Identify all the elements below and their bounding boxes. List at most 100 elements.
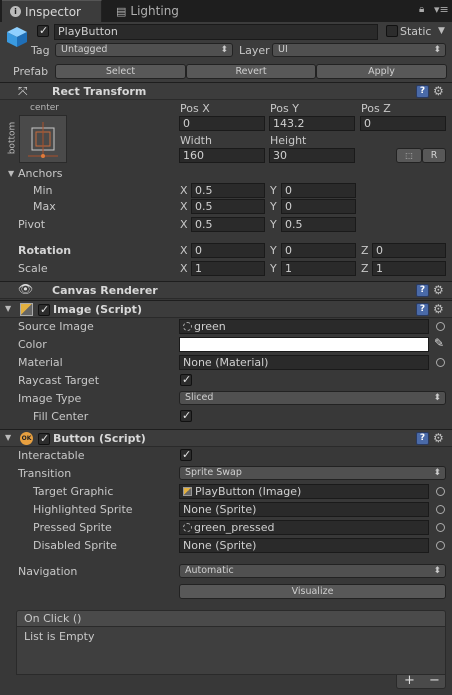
collapse-arrow-icon[interactable]: ▼ xyxy=(5,433,11,442)
prefab-revert-button[interactable]: Revert xyxy=(186,64,316,79)
menu-icon[interactable]: ▾≡ xyxy=(434,3,449,16)
gear-icon[interactable]: ⚙ xyxy=(433,283,447,297)
gear-icon[interactable]: ⚙ xyxy=(433,302,447,316)
axis-x-label: X xyxy=(180,200,188,213)
target-graphic-field[interactable]: PlayButton (Image) xyxy=(179,484,429,499)
object-picker-icon[interactable] xyxy=(436,505,445,514)
collapse-arrow-icon[interactable]: ▼ xyxy=(5,304,11,313)
button-enabled-checkbox[interactable] xyxy=(38,432,50,445)
gear-icon[interactable]: ⚙ xyxy=(433,84,447,98)
scale-z-field[interactable]: 1 xyxy=(372,261,446,276)
pivot-y-field[interactable]: 0.5 xyxy=(281,217,356,232)
tab-lighting[interactable]: ▤ Lighting xyxy=(108,0,208,22)
eyedropper-icon[interactable]: ✎ xyxy=(434,336,444,350)
object-picker-icon[interactable] xyxy=(436,358,445,367)
width-label: Width xyxy=(180,134,212,147)
raw-edit-button[interactable]: R xyxy=(422,148,446,163)
width-field[interactable]: 160 xyxy=(179,148,265,163)
pos-x-field[interactable]: 0 xyxy=(179,116,265,131)
onclick-title: On Click () xyxy=(24,612,82,625)
fill-center-checkbox[interactable] xyxy=(180,409,192,422)
object-picker-icon[interactable] xyxy=(436,487,445,496)
highlighted-sprite-field[interactable]: None (Sprite) xyxy=(179,502,429,517)
info-icon: i xyxy=(10,6,21,17)
axis-y-label: Y xyxy=(270,262,277,275)
image-script-header[interactable]: ▼ Image (Script) ? ⚙ xyxy=(0,300,452,318)
navigation-dropdown[interactable]: Automatic ⬍ xyxy=(179,564,446,578)
transition-label: Transition xyxy=(18,467,72,480)
anchors-max-x-field[interactable]: 0.5 xyxy=(191,199,265,214)
gear-icon[interactable]: ⚙ xyxy=(433,431,447,445)
add-event-button[interactable]: + xyxy=(404,673,415,688)
pressed-sprite-field[interactable]: green_pressed xyxy=(179,520,429,535)
collapse-arrow-icon[interactable]: ▼ xyxy=(8,169,14,178)
height-field[interactable]: 30 xyxy=(269,148,355,163)
rotation-label: Rotation xyxy=(18,244,72,257)
image-type-label: Image Type xyxy=(18,392,82,405)
button-script-header[interactable]: ▼ OK Button (Script) ? ⚙ xyxy=(0,429,452,447)
rotation-y-field[interactable]: 0 xyxy=(281,243,356,258)
material-field[interactable]: None (Material) xyxy=(179,355,429,370)
gameobject-cube-icon xyxy=(5,25,29,49)
pos-y-label: Pos Y xyxy=(270,102,299,115)
scale-x-field[interactable]: 1 xyxy=(191,261,265,276)
rotation-x-field[interactable]: 0 xyxy=(191,243,265,258)
object-picker-icon[interactable] xyxy=(436,541,445,550)
image-component-icon xyxy=(20,303,33,316)
rect-transform-title: Rect Transform xyxy=(52,85,147,98)
lock-icon[interactable]: 🔒︎ xyxy=(419,4,424,15)
updown-arrow-icon: ⬍ xyxy=(433,468,441,478)
height-label: Height xyxy=(270,134,307,147)
help-icon[interactable]: ? xyxy=(416,85,429,98)
image-type-dropdown[interactable]: Sliced ⬍ xyxy=(179,391,446,405)
source-image-label: Source Image xyxy=(18,320,94,333)
onclick-list: List is Empty xyxy=(16,627,446,675)
axis-z-label: Z xyxy=(361,244,369,257)
active-checkbox[interactable] xyxy=(37,24,49,37)
anchors-label: Anchors xyxy=(18,167,63,180)
axis-x-label: X xyxy=(180,184,188,197)
anchors-min-y-field[interactable]: 0 xyxy=(281,183,356,198)
visualize-button[interactable]: Visualize xyxy=(179,584,446,599)
anchors-max-label: Max xyxy=(33,200,56,213)
axis-z-label: Z xyxy=(361,262,369,275)
axis-x-label: X xyxy=(180,262,188,275)
object-picker-icon[interactable] xyxy=(436,322,445,331)
source-image-field[interactable]: green xyxy=(179,319,429,334)
help-icon[interactable]: ? xyxy=(416,284,429,297)
canvas-renderer-header[interactable]: 👁︎ Canvas Renderer ? ⚙ xyxy=(0,281,452,299)
pivot-x-field[interactable]: 0.5 xyxy=(191,217,265,232)
prefab-apply-button[interactable]: Apply xyxy=(316,64,447,79)
help-icon[interactable]: ? xyxy=(416,303,429,316)
scale-label: Scale xyxy=(18,262,48,275)
anchor-presets-button[interactable] xyxy=(19,115,67,163)
color-swatch[interactable] xyxy=(179,337,429,352)
tag-dropdown[interactable]: Untagged ⬍ xyxy=(55,43,233,57)
layer-value: UI xyxy=(278,44,288,55)
rect-transform-header[interactable]: ⤧ Rect Transform ? ⚙ xyxy=(0,82,452,100)
pos-y-field[interactable]: 143.2 xyxy=(269,116,355,131)
static-checkbox[interactable] xyxy=(386,25,398,37)
image-enabled-checkbox[interactable] xyxy=(38,303,50,316)
help-icon[interactable]: ? xyxy=(416,432,429,445)
layer-dropdown[interactable]: UI ⬍ xyxy=(272,43,446,57)
axis-x-label: X xyxy=(180,244,188,257)
anchors-max-y-field[interactable]: 0 xyxy=(281,199,356,214)
raycast-target-checkbox[interactable] xyxy=(180,373,192,386)
anchor-vertical-label: bottom xyxy=(7,121,18,155)
anchors-min-x-field[interactable]: 0.5 xyxy=(191,183,265,198)
tab-inspector[interactable]: i Inspector xyxy=(2,0,102,22)
object-name-field[interactable]: PlayButton xyxy=(54,24,378,40)
scale-y-field[interactable]: 1 xyxy=(281,261,356,276)
pos-z-field[interactable]: 0 xyxy=(360,116,446,131)
canvas-renderer-title: Canvas Renderer xyxy=(52,284,158,297)
static-dropdown-arrow-icon[interactable]: ▼ xyxy=(438,26,445,36)
remove-event-button[interactable]: − xyxy=(429,673,440,688)
prefab-select-button[interactable]: Select xyxy=(55,64,186,79)
rotation-z-field[interactable]: 0 xyxy=(372,243,446,258)
interactable-checkbox[interactable] xyxy=(180,448,192,461)
blueprint-mode-button[interactable]: ⬚ xyxy=(396,148,422,163)
object-picker-icon[interactable] xyxy=(436,523,445,532)
transition-dropdown[interactable]: Sprite Swap ⬍ xyxy=(179,466,446,480)
disabled-sprite-field[interactable]: None (Sprite) xyxy=(179,538,429,553)
